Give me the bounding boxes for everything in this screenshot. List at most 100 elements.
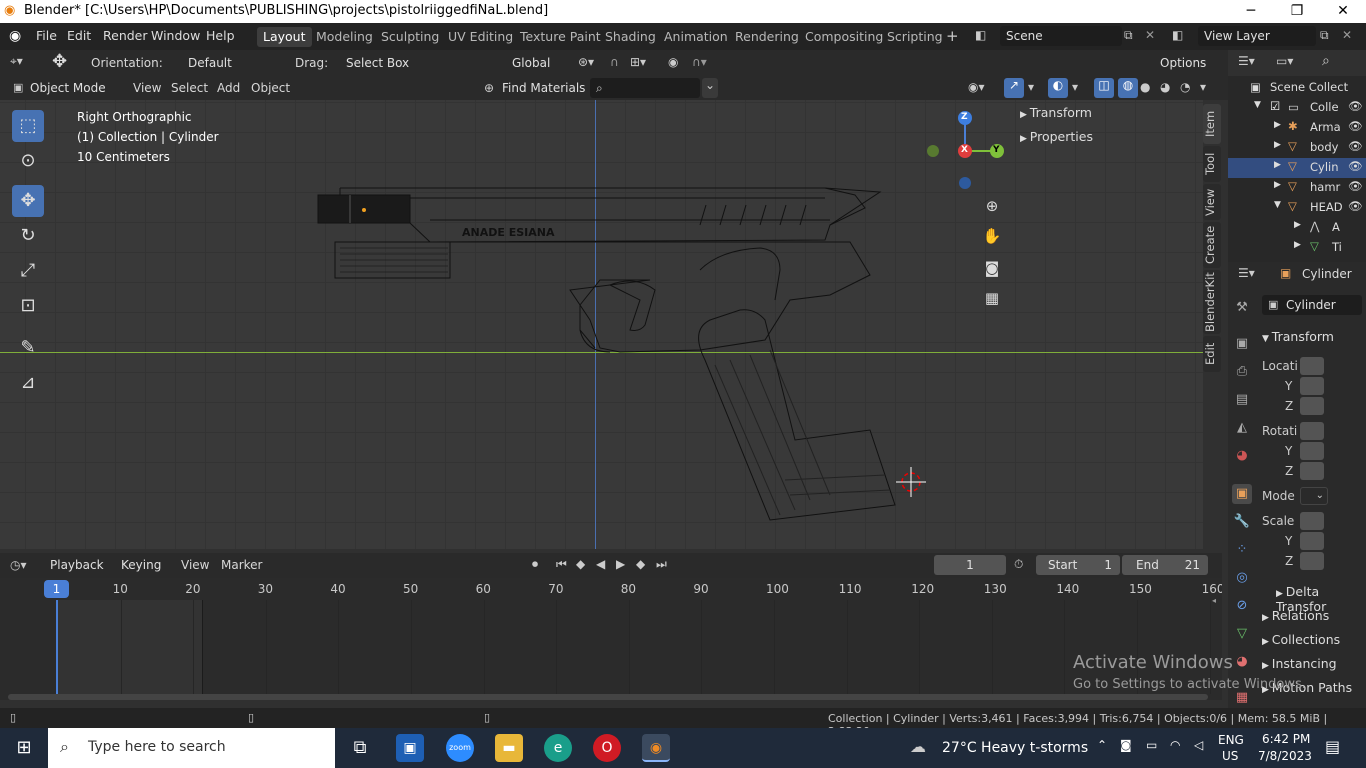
tab-rendering[interactable]: Rendering <box>729 27 805 47</box>
render-properties-icon[interactable]: ▣ <box>1232 334 1252 354</box>
relations-section[interactable]: ▶ Relations <box>1262 608 1329 623</box>
timeline-view-menu[interactable]: View <box>181 558 209 572</box>
region-label[interactable]: US <box>1222 749 1238 763</box>
falloff-icon[interactable]: ∩▾ <box>692 55 707 69</box>
shading-dropdown-icon[interactable]: ▾ <box>1200 80 1206 94</box>
rotation-y-field[interactable] <box>1300 442 1324 460</box>
rendered-shading-icon[interactable]: ◔ <box>1180 80 1190 94</box>
constraints-properties-icon[interactable]: ⊘ <box>1232 596 1252 616</box>
add-menu[interactable]: Add <box>217 81 240 95</box>
zoom-app-icon[interactable]: zoom <box>446 734 474 762</box>
edge-icon[interactable]: e <box>544 734 572 762</box>
tab-scripting[interactable]: Scripting <box>881 27 949 47</box>
view-layer-properties-icon[interactable]: ▤ <box>1232 390 1252 410</box>
timeline-scrollbar[interactable] <box>8 694 1208 700</box>
rotation-z-field[interactable] <box>1300 462 1324 480</box>
windows-start-icon[interactable]: ⊞ <box>10 734 38 762</box>
view-layer-copy-icon[interactable]: ⧉ <box>1320 28 1329 43</box>
npanel-transform-header[interactable]: ▶ Transform <box>1020 105 1092 120</box>
instancing-section[interactable]: ▶ Instancing <box>1262 656 1337 671</box>
current-frame-field[interactable]: 1 <box>934 555 1006 575</box>
outliner-row-hammer[interactable]: ▶ ▽ hamr 👁 <box>1228 178 1366 198</box>
clock-date[interactable]: 7/8/2023 <box>1258 749 1312 763</box>
view-layer-close-icon[interactable]: ✕ <box>1342 28 1352 42</box>
taskbar-search-input[interactable]: Type here to search <box>88 739 226 755</box>
gizmo-neg-z-icon[interactable] <box>959 177 971 189</box>
outliner-row-head[interactable]: ▼ ▽ HEAD 👁 <box>1228 198 1366 218</box>
rotation-x-field[interactable] <box>1300 422 1324 440</box>
outliner-row-armature[interactable]: ▶ ✱ Arma 👁 <box>1228 118 1366 138</box>
tool-properties-icon[interactable]: ⚒ <box>1232 298 1252 318</box>
orientation-dropdown[interactable]: Default <box>182 53 282 73</box>
eye-icon[interactable]: 👁 <box>1348 99 1363 113</box>
eye-icon[interactable]: 👁 <box>1348 139 1363 153</box>
tab-shading[interactable]: Shading <box>599 27 662 47</box>
view-layer-icon[interactable]: ◧ <box>1172 28 1183 42</box>
editor-type-icon[interactable]: ⌖▾ <box>10 54 23 69</box>
gizmo-neg-y-icon[interactable] <box>927 145 939 157</box>
npanel-tab-edit[interactable]: Edit <box>1203 336 1221 372</box>
outliner-row-root[interactable]: ▣ Scene Collect <box>1228 78 1366 98</box>
scene-icon[interactable]: ◧ <box>975 28 986 42</box>
overlays-icon[interactable]: ◐ <box>1048 78 1068 98</box>
next-keyframe-icon[interactable]: ◆ <box>636 557 645 571</box>
scale-z-field[interactable] <box>1300 552 1324 570</box>
scene-copy-icon[interactable]: ⧉ <box>1124 28 1133 43</box>
location-z-field[interactable] <box>1300 397 1324 415</box>
file-explorer-icon[interactable]: ▬ <box>495 734 523 762</box>
prev-keyframe-icon[interactable]: ◆ <box>576 557 585 571</box>
outliner-filter-mode-icon[interactable]: ▭▾ <box>1276 54 1293 68</box>
menu-edit[interactable]: Edit <box>67 28 91 43</box>
camera-icon[interactable]: ◙ <box>979 255 1005 281</box>
marker-menu[interactable]: Marker <box>221 558 262 572</box>
drag-dropdown[interactable]: Select Box <box>340 53 428 73</box>
scale-tool-icon[interactable]: ⤢ <box>12 255 44 287</box>
maximize-button[interactable]: ❐ <box>1274 0 1320 23</box>
zoom-icon[interactable]: ⊕ <box>979 193 1005 219</box>
record-icon[interactable]: ⏺ <box>532 557 538 572</box>
minimize-button[interactable]: ─ <box>1228 0 1274 23</box>
menu-window[interactable]: Window <box>151 28 200 43</box>
rotate-tool-icon[interactable]: ↻ <box>12 220 44 252</box>
physics-properties-icon[interactable]: ◎ <box>1232 568 1252 588</box>
task-view-icon[interactable]: ⧉ <box>346 734 374 762</box>
timeline-editor-icon[interactable]: ◷▾ <box>10 558 27 572</box>
scroll-arrow-icon[interactable]: ◂ <box>1212 596 1216 605</box>
transform-space-dropdown[interactable]: Global <box>488 53 566 73</box>
scene-properties-icon[interactable]: ◭ <box>1232 418 1252 438</box>
wireframe-shading-icon[interactable]: ◍ <box>1118 78 1138 98</box>
material-search-input[interactable]: ⌕ <box>590 78 700 98</box>
jump-start-icon[interactable]: ⏮ <box>556 557 567 572</box>
transform-section[interactable]: ▼ Transform <box>1262 329 1334 344</box>
playhead-frame[interactable]: 1 <box>44 580 69 598</box>
stopwatch-icon[interactable]: ⏱ <box>1014 557 1023 572</box>
taskbar-search-box[interactable]: ⌕ Type here to search <box>48 728 335 768</box>
scene-field[interactable]: Scene <box>1000 26 1122 46</box>
outliner-row-collection[interactable]: ▼ ☑ ▭ Colle 👁 <box>1228 98 1366 118</box>
snap-target-icon[interactable]: ⊞▾ <box>630 55 646 69</box>
npanel-properties-header[interactable]: ▶ Properties <box>1020 129 1093 144</box>
eye-icon[interactable]: 👁 <box>1348 199 1363 213</box>
menu-help[interactable]: Help <box>206 28 235 43</box>
npanel-tab-item[interactable]: Item <box>1203 104 1221 144</box>
npanel-tab-view[interactable]: View <box>1203 184 1221 220</box>
scale-y-field[interactable] <box>1300 532 1324 550</box>
scale-x-field[interactable] <box>1300 512 1324 530</box>
snap-icon[interactable]: ∩ <box>610 55 619 69</box>
tab-uv-editing[interactable]: UV Editing <box>442 27 519 47</box>
move-tool-icon[interactable]: ✥ <box>52 51 67 72</box>
select-menu[interactable]: Select <box>171 81 208 95</box>
modifier-properties-icon[interactable]: 🔧 <box>1232 512 1252 532</box>
blender-menu-icon[interactable]: ◉ <box>9 28 21 44</box>
world-properties-icon[interactable]: ◕ <box>1232 446 1252 466</box>
npanel-tab-blenderkit[interactable]: BlenderKit <box>1203 270 1221 334</box>
tab-texture-paint[interactable]: Texture Paint <box>514 27 607 47</box>
playback-menu[interactable]: Playback <box>44 555 114 575</box>
material-shading-icon[interactable]: ◕ <box>1160 80 1170 94</box>
data-properties-icon[interactable]: ▽ <box>1232 624 1252 644</box>
measure-tool-icon[interactable]: ⊿ <box>12 367 44 399</box>
object-properties-icon[interactable]: ▣ <box>1232 484 1252 504</box>
tab-compositing[interactable]: Compositing <box>799 27 889 47</box>
scene-close-icon[interactable]: ✕ <box>1145 28 1155 42</box>
pivot-icon[interactable]: ⊛▾ <box>578 55 594 69</box>
